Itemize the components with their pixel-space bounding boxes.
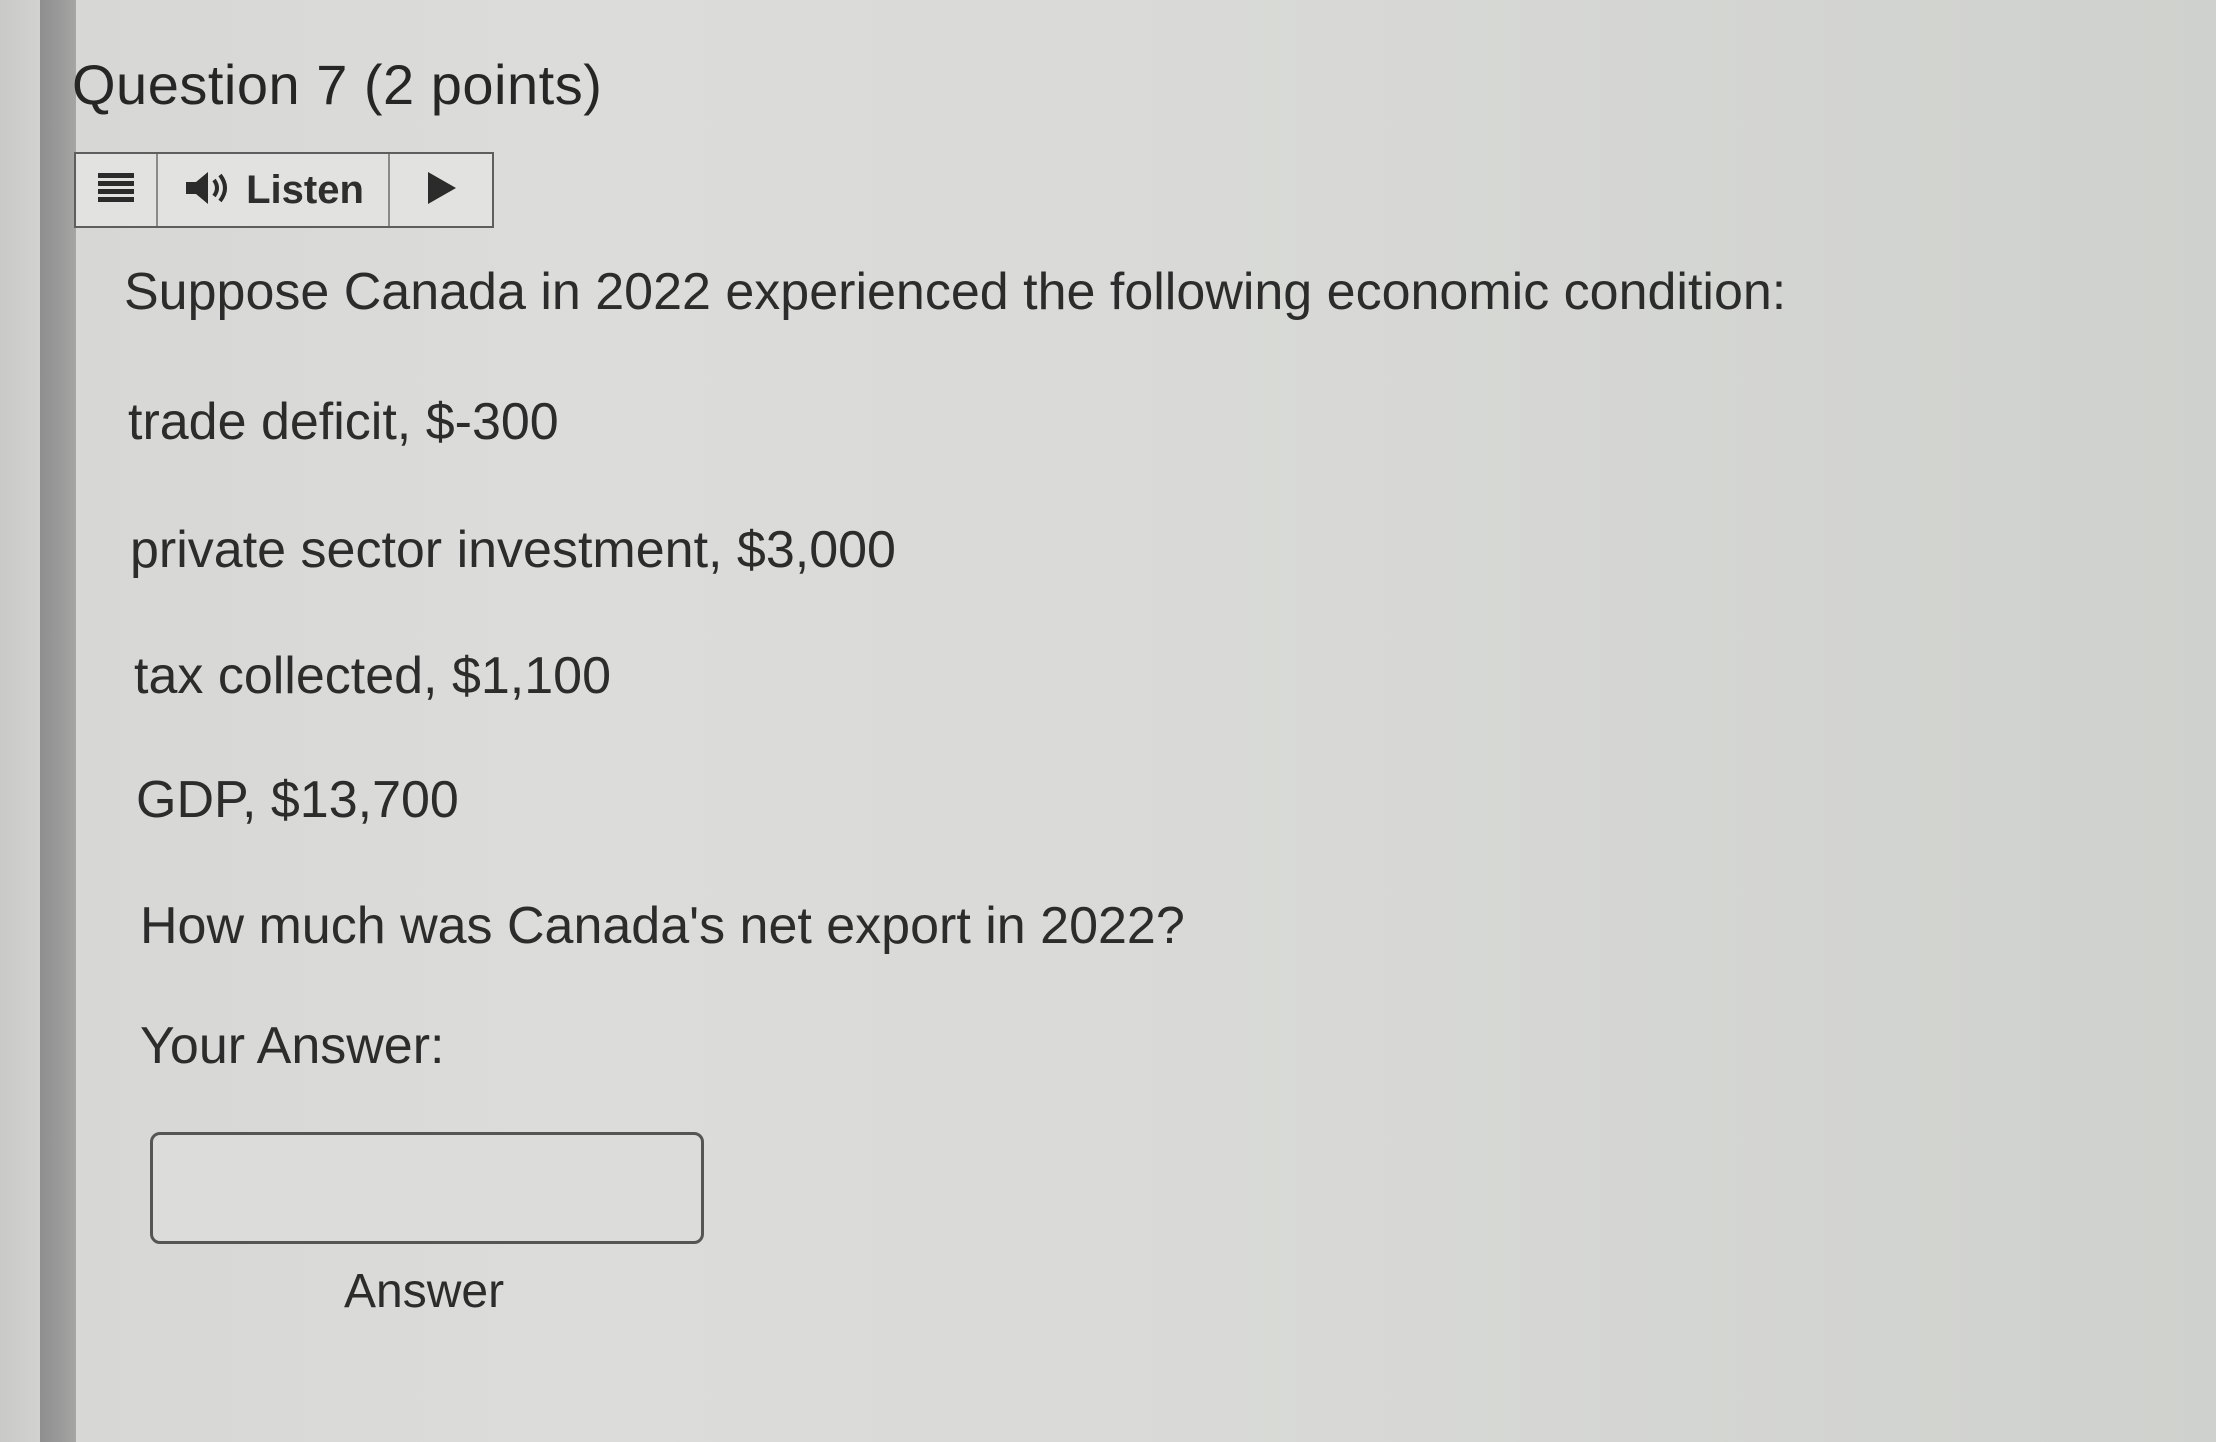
speaker-icon xyxy=(182,168,234,213)
quiz-page: Question 7 (2 points) Listen Suppose Can… xyxy=(0,0,2216,1442)
listen-label: Listen xyxy=(246,167,364,212)
play-icon xyxy=(424,169,458,212)
play-button[interactable] xyxy=(390,154,492,226)
question-intro: Suppose Canada in 2022 experienced the f… xyxy=(124,263,1787,321)
question-number: Question 7 xyxy=(72,53,348,116)
your-answer-label: Your Answer: xyxy=(140,1017,445,1075)
question-heading: Question 7 (2 points) xyxy=(72,52,602,117)
condition-trade-deficit: trade deficit, $-300 xyxy=(128,393,559,451)
condition-gdp: GDP, $13,700 xyxy=(136,771,459,829)
menu-icon xyxy=(96,171,136,210)
question-prompt: How much was Canada's net export in 2022… xyxy=(140,897,1185,955)
answer-input[interactable] xyxy=(150,1132,704,1244)
question-accent-bar xyxy=(40,0,76,1442)
question-points: (2 points) xyxy=(363,53,603,116)
listen-button[interactable]: Listen xyxy=(158,154,390,226)
listen-menu-button[interactable] xyxy=(76,154,158,226)
condition-tax-collected: tax collected, $1,100 xyxy=(134,647,611,705)
page-margin xyxy=(0,0,40,1442)
condition-private-investment: private sector investment, $3,000 xyxy=(130,521,896,579)
answer-caption: Answer xyxy=(344,1265,505,1318)
listen-toolbar: Listen xyxy=(74,152,494,228)
